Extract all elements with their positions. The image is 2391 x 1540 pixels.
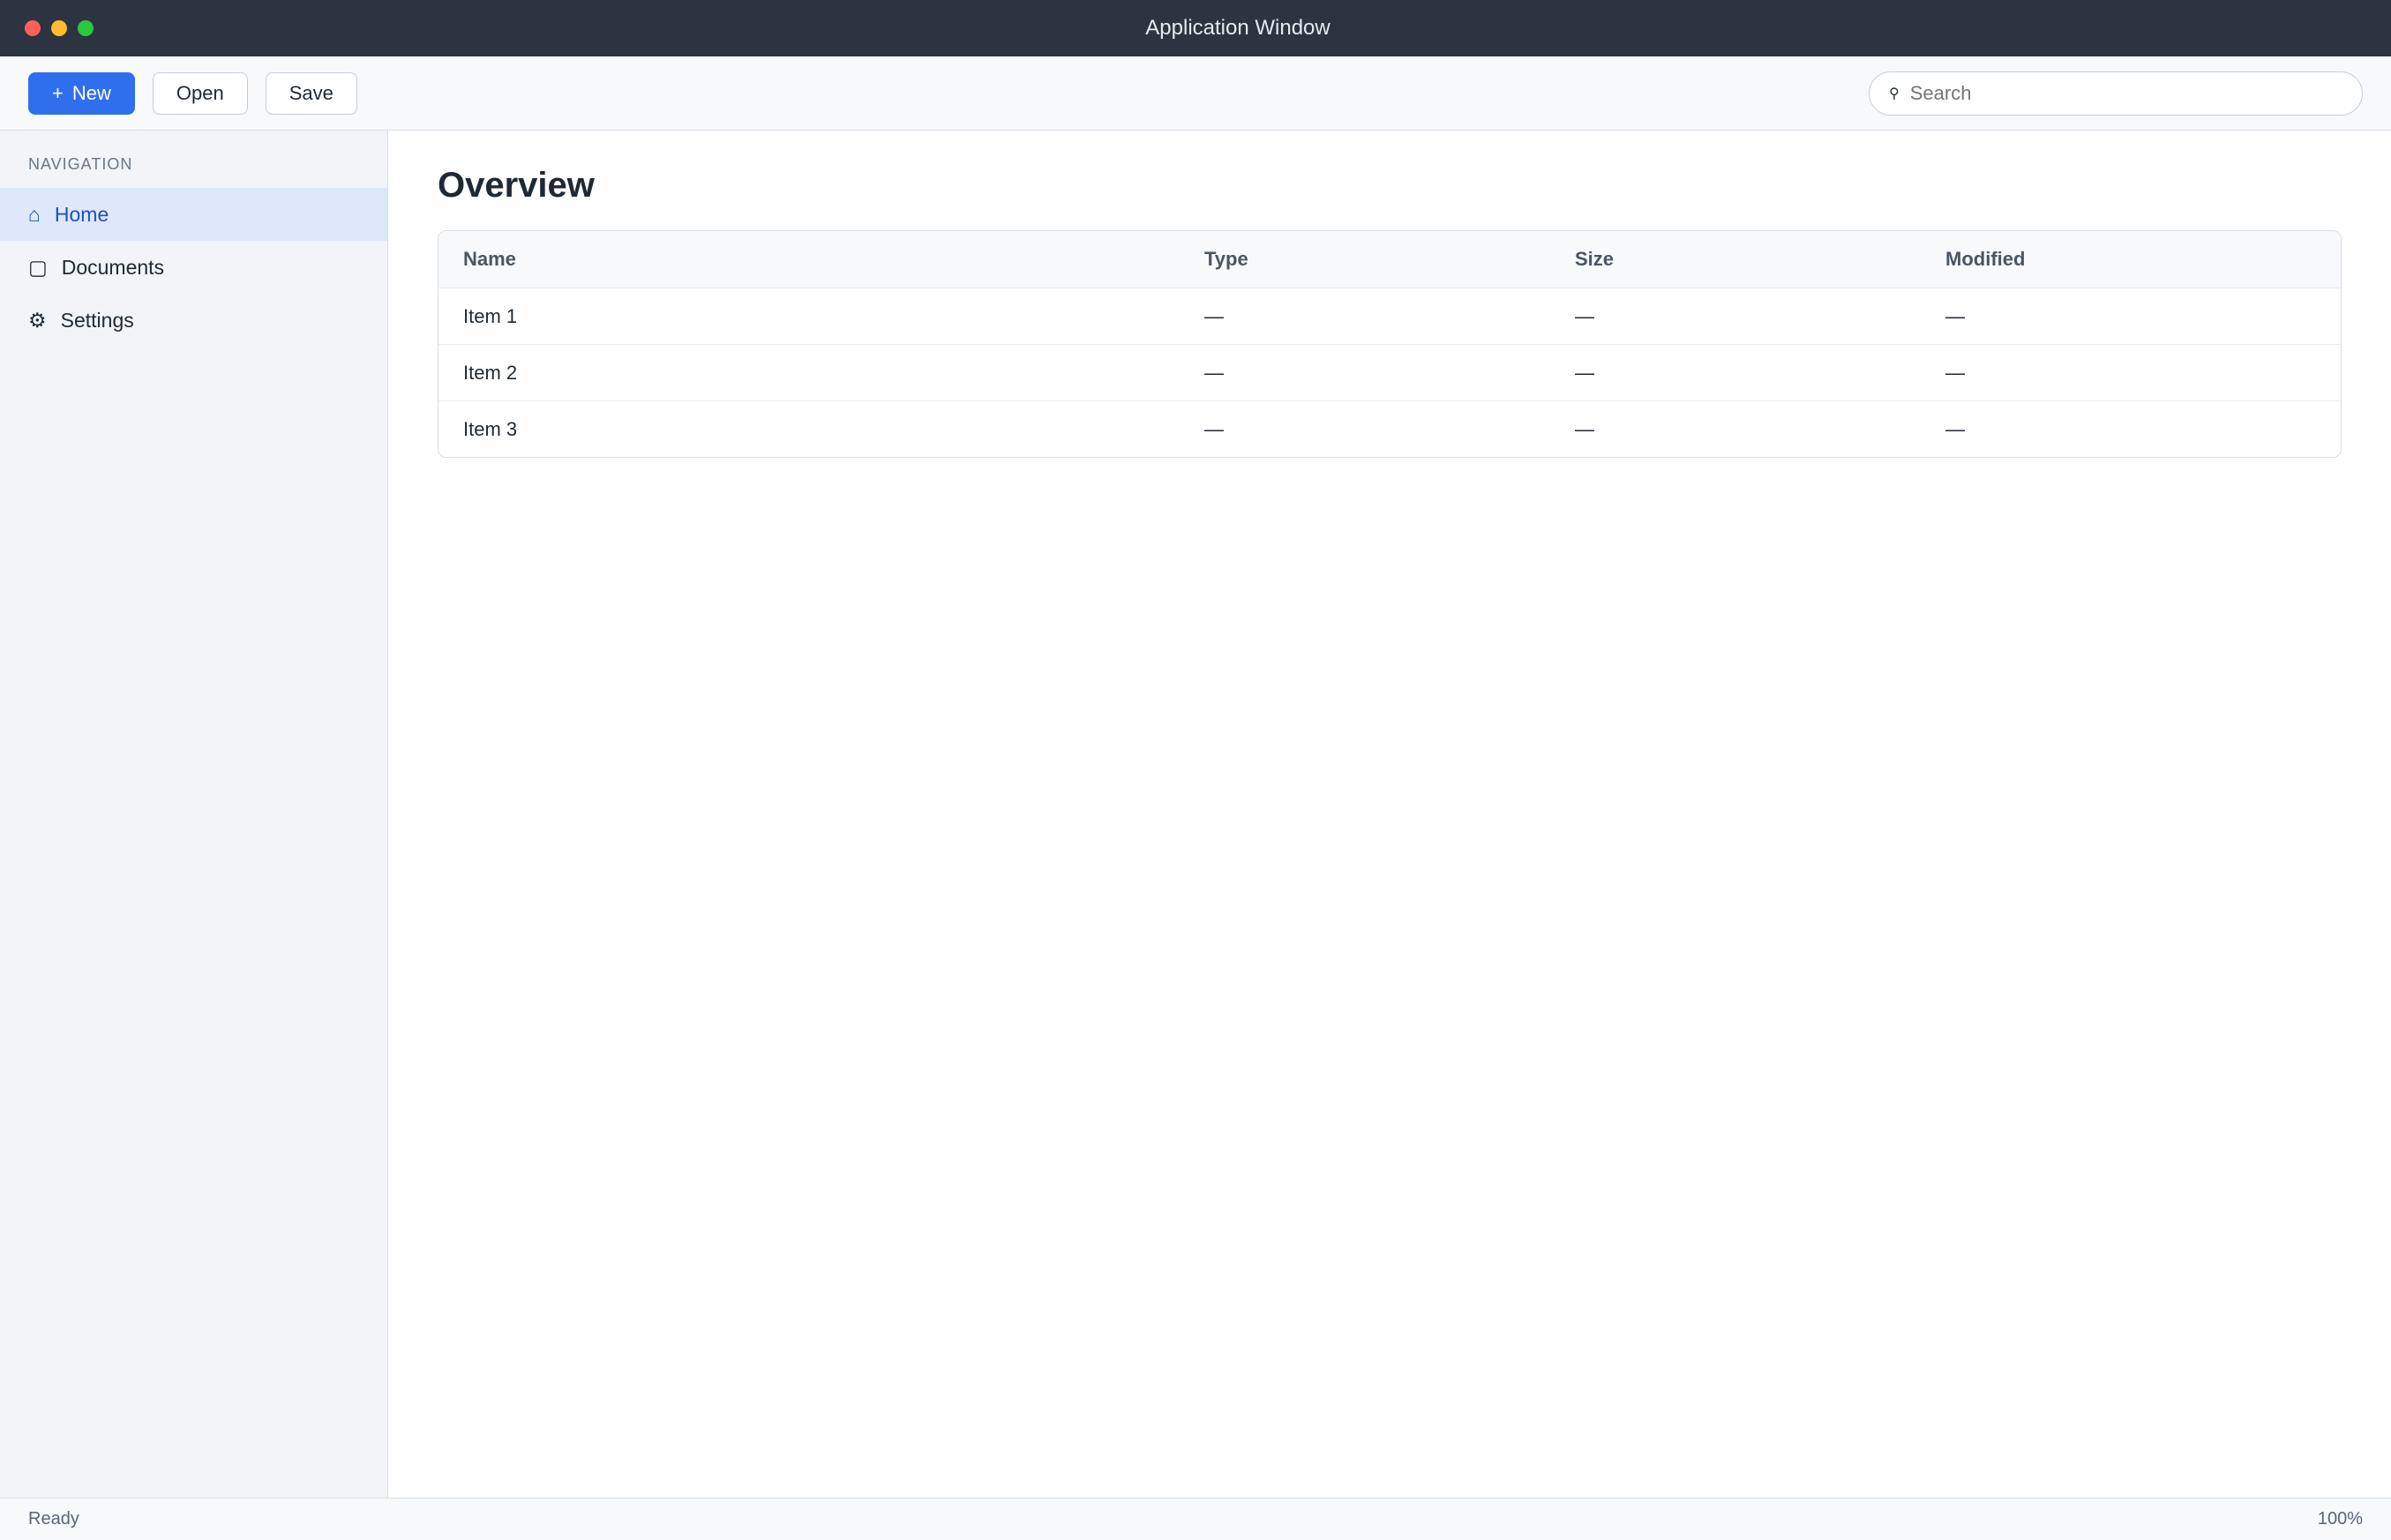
folder-icon: ▢ (28, 255, 48, 279)
column-header[interactable]: Size (1575, 248, 1945, 271)
table-cell: — (1945, 417, 1965, 440)
minimize-window-button[interactable] (51, 20, 67, 36)
column-header[interactable]: Name (463, 248, 1204, 271)
search-input[interactable] (1909, 81, 2342, 105)
table-cell: — (1945, 304, 1965, 327)
table-cell: Item 1 (463, 304, 518, 327)
table-cell: Item 2 (463, 361, 518, 384)
open-button[interactable]: Open (152, 71, 248, 115)
page-title: Overview (438, 166, 595, 205)
sidebar-heading: NAVIGATION (28, 155, 133, 173)
status-text: Ready (28, 1509, 79, 1529)
title-bar: Application Window (0, 0, 2391, 56)
home-icon: ⌂ (28, 202, 41, 226)
main-panel: Overview Name Type Size Modified Item 1 … (388, 131, 2391, 1498)
table-cell: — (1204, 361, 1224, 384)
sidebar: NAVIGATION ⌂ Home ▢ Documents ⚙ Settings (0, 131, 388, 1498)
new-button-label: New (71, 81, 111, 104)
table-cell: — (1204, 304, 1224, 327)
sidebar-item-label: Documents (61, 255, 165, 279)
table-cell: — (1204, 417, 1224, 440)
table-cell: — (1575, 417, 1594, 440)
save-button-label: Save (289, 81, 334, 104)
gear-icon: ⚙ (28, 308, 47, 332)
zoom-level[interactable]: 100% (2318, 1509, 2363, 1529)
table-row[interactable]: Item 3 — — — (438, 400, 2341, 457)
column-header[interactable]: Type (1204, 248, 1575, 271)
save-button[interactable]: Save (265, 71, 357, 115)
table-cell: Item 3 (463, 417, 518, 440)
content-area: NAVIGATION ⌂ Home ▢ Documents ⚙ Settings… (0, 131, 2391, 1498)
search-box[interactable]: ⚲ (1869, 71, 2363, 116)
table-header-row: Name Type Size Modified (438, 231, 2341, 288)
sidebar-item-home[interactable]: ⌂ Home (0, 188, 387, 241)
window-title: Application Window (1145, 16, 1330, 40)
table-row[interactable]: Item 2 — — — (438, 344, 2341, 400)
sidebar-item-documents[interactable]: ▢ Documents (0, 241, 387, 294)
window-controls (25, 20, 94, 36)
toolbar: + New Open Save ⚲ (0, 56, 2391, 131)
sidebar-item-label: Home (54, 202, 109, 226)
table-cell: — (1575, 361, 1594, 384)
search-icon: ⚲ (1889, 86, 1900, 101)
table-cell: — (1945, 361, 1965, 384)
table-row[interactable]: Item 1 — — — (438, 288, 2341, 344)
plus-icon: + (52, 81, 64, 104)
sidebar-item-label: Settings (60, 308, 134, 332)
column-header[interactable]: Modified (1945, 248, 2316, 271)
table-cell: — (1575, 304, 1594, 327)
status-bar: Ready 100% (0, 1498, 2391, 1540)
new-button[interactable]: + New (28, 71, 135, 115)
sidebar-item-settings[interactable]: ⚙ Settings (0, 294, 387, 347)
maximize-window-button[interactable] (78, 20, 94, 36)
data-table: Name Type Size Modified Item 1 — — — Ite… (438, 230, 2342, 458)
close-window-button[interactable] (25, 20, 41, 36)
app-window: Application Window + New Open Save ⚲ NAV… (0, 0, 2391, 1540)
open-button-label: Open (176, 81, 224, 104)
